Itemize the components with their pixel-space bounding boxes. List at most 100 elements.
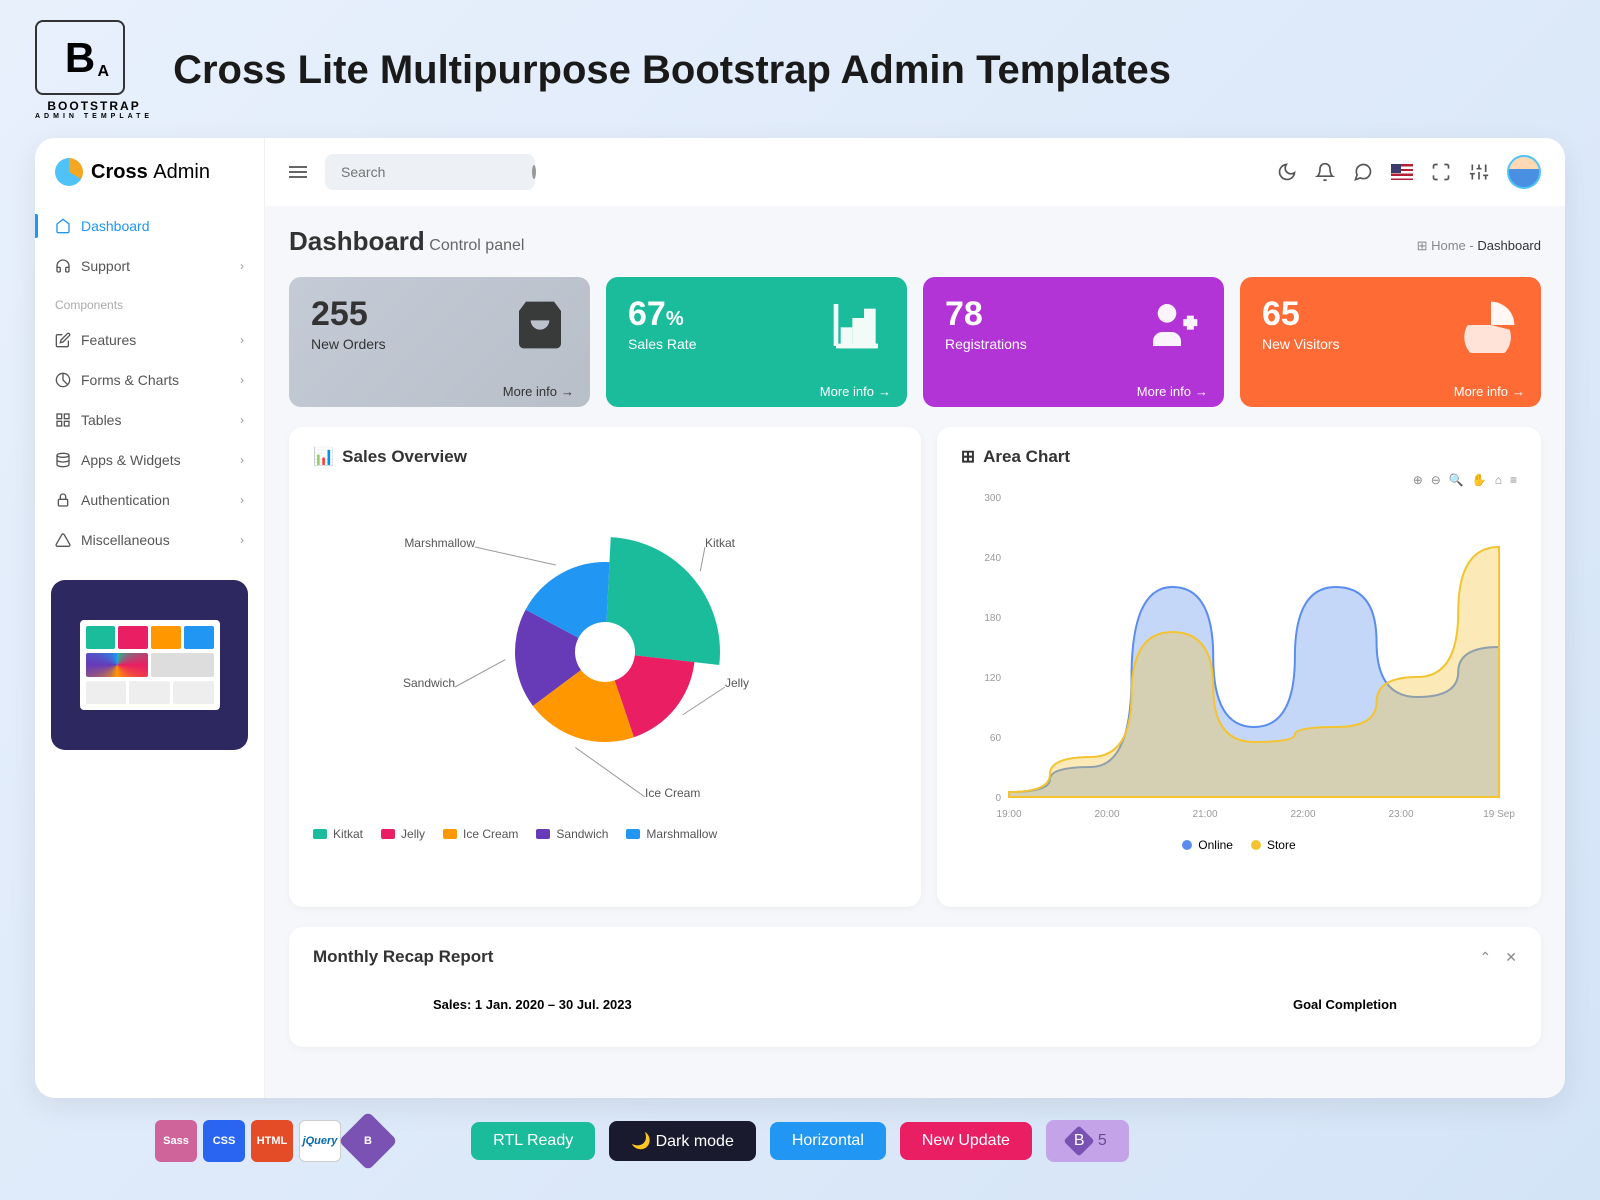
card-title: ⊞ Area Chart — [961, 447, 1517, 467]
svg-text:180: 180 — [984, 613, 1001, 624]
grid-icon — [55, 412, 71, 428]
sidebar-preview-card — [51, 580, 248, 750]
svg-text:22:00: 22:00 — [1290, 809, 1315, 820]
svg-text:Ice Cream: Ice Cream — [645, 786, 700, 800]
svg-text:240: 240 — [984, 553, 1001, 564]
zoom-out-icon[interactable]: ⊖ — [1431, 473, 1441, 487]
card-title: 📊 Sales Overview — [313, 447, 897, 467]
sidebar-item-label: Miscellaneous — [81, 532, 170, 548]
more-link[interactable]: More info → — [503, 384, 574, 399]
sidebar-item-auth[interactable]: Authentication › — [35, 480, 264, 520]
marketing-title: Cross Lite Multipurpose Bootstrap Admin … — [173, 48, 1171, 93]
pie-chart-icon — [1463, 297, 1519, 365]
zoom-icon[interactable]: 🔍 — [1449, 473, 1464, 487]
svg-text:23:00: 23:00 — [1388, 809, 1413, 820]
sidebar-item-label: Features — [81, 332, 136, 348]
svg-text:Marshmallow: Marshmallow — [404, 536, 475, 550]
sidebar-item-forms[interactable]: Forms & Charts › — [35, 360, 264, 400]
recap-sales-range: Sales: 1 Jan. 2020 – 30 Jul. 2023 — [433, 997, 632, 1012]
svg-text:20:00: 20:00 — [1094, 809, 1119, 820]
database-icon — [55, 452, 71, 468]
sidebar-item-misc[interactable]: Miscellaneous › — [35, 520, 264, 560]
stat-card-visitors[interactable]: 65 New Visitors More info → — [1240, 277, 1541, 407]
stat-card-orders[interactable]: 255 New Orders More info → — [289, 277, 590, 407]
moon-icon[interactable] — [1277, 162, 1297, 182]
app-window: Cross Admin Dashboard Support › Componen… — [35, 138, 1565, 1098]
donut-chart: KitkatJellyIce CreamSandwichMarshmallow — [313, 467, 897, 827]
sidebar: Cross Admin Dashboard Support › Componen… — [35, 138, 265, 1098]
svg-text:60: 60 — [990, 733, 1002, 744]
topbar — [265, 138, 1565, 206]
page-title: Dashboard — [289, 226, 425, 256]
sidebar-item-features[interactable]: Features › — [35, 320, 264, 360]
chevron-right-icon: › — [240, 453, 244, 467]
darkmode-pill[interactable]: 🌙 Dark mode — [609, 1121, 756, 1161]
svg-text:120: 120 — [984, 673, 1001, 684]
jquery-icon: jQuery — [299, 1120, 341, 1162]
page-subtitle: Control panel — [429, 237, 524, 254]
app-brand[interactable]: Cross Admin — [35, 158, 264, 206]
css3-icon: CSS — [203, 1120, 245, 1162]
main-content: Dashboard Control panel ⊞ Home - Dashboa… — [265, 138, 1565, 1098]
fullscreen-icon[interactable] — [1431, 162, 1451, 182]
sales-overview-card: 📊 Sales Overview KitkatJellyIce CreamSan… — [289, 427, 921, 907]
rtl-pill[interactable]: RTL Ready — [471, 1122, 595, 1160]
recap-card: Monthly Recap Report ⌃ ✕ Sales: 1 Jan. 2… — [289, 927, 1541, 1047]
recap-title: Monthly Recap Report — [313, 947, 493, 967]
sidebar-item-tables[interactable]: Tables › — [35, 400, 264, 440]
search-icon — [532, 165, 536, 179]
marketing-header: BA BOOTSTRAP ADMIN TEMPLATE Cross Lite M… — [35, 20, 1565, 120]
breadcrumb-home[interactable]: Home — [1431, 238, 1466, 253]
sidebar-item-support[interactable]: Support › — [35, 246, 264, 286]
bootstrap-icon: B — [338, 1111, 397, 1170]
warning-icon — [55, 532, 71, 548]
edit-icon — [55, 332, 71, 348]
menu-icon[interactable]: ≡ — [1510, 473, 1517, 487]
hamburger-button[interactable] — [289, 166, 307, 178]
stat-card-registrations[interactable]: 78 Registrations More info → — [923, 277, 1224, 407]
close-icon[interactable]: ✕ — [1505, 949, 1517, 966]
brand-subtitle: BOOTSTRAP ADMIN TEMPLATE — [35, 99, 153, 120]
search-box[interactable] — [325, 154, 535, 190]
user-plus-icon — [1146, 297, 1202, 365]
svg-text:21:00: 21:00 — [1192, 809, 1217, 820]
bell-icon[interactable] — [1315, 162, 1335, 182]
more-link[interactable]: More info → — [820, 384, 891, 399]
area-chart: 0 60 120 180 240 300 19:00 20:00 21:00 22:00 23:00… — [961, 487, 1517, 827]
lock-icon — [55, 492, 71, 508]
page-header: Dashboard Control panel ⊞ Home - Dashboa… — [289, 226, 1541, 257]
more-link[interactable]: More info → — [1137, 384, 1208, 399]
collapse-icon[interactable]: ⌃ — [1480, 949, 1492, 966]
home-icon[interactable]: ⌂ — [1495, 473, 1502, 487]
horizontal-pill[interactable]: Horizontal — [770, 1122, 886, 1160]
sidebar-item-dashboard[interactable]: Dashboard — [35, 206, 264, 246]
stat-card-sales[interactable]: 67% Sales Rate More info → — [606, 277, 907, 407]
avatar[interactable] — [1507, 155, 1541, 189]
flag-us-icon[interactable] — [1391, 164, 1413, 180]
bar-chart-icon — [829, 297, 885, 365]
version-pill[interactable]: B 5 — [1046, 1120, 1129, 1162]
breadcrumb-current: Dashboard — [1477, 238, 1541, 253]
sidebar-section: Components — [35, 286, 264, 320]
sidebar-item-label: Forms & Charts — [81, 372, 179, 388]
hand-icon[interactable]: ✋ — [1472, 473, 1487, 487]
svg-text:19:00: 19:00 — [996, 809, 1021, 820]
message-icon[interactable] — [1353, 162, 1373, 182]
sliders-icon[interactable] — [1469, 162, 1489, 182]
home-icon — [55, 218, 71, 234]
pie-legend: Kitkat Jelly Ice Cream Sandwich Marshmal… — [313, 827, 897, 841]
svg-text:Kitkat: Kitkat — [705, 536, 736, 550]
html5-icon: HTML — [251, 1120, 293, 1162]
more-link[interactable]: More info → — [1454, 384, 1525, 399]
update-pill[interactable]: New Update — [900, 1122, 1032, 1160]
chevron-right-icon: › — [240, 413, 244, 427]
zoom-in-icon[interactable]: ⊕ — [1413, 473, 1423, 487]
svg-text:300: 300 — [984, 493, 1001, 504]
sidebar-item-apps[interactable]: Apps & Widgets › — [35, 440, 264, 480]
dashboard-icon: ⊞ — [1417, 238, 1428, 253]
svg-text:Jelly: Jelly — [725, 676, 749, 690]
search-input[interactable] — [341, 164, 522, 180]
area-chart-card: ⊞ Area Chart ⊕ ⊖ 🔍 ✋ ⌂ ≡ 0 60 120 180 240 300… — [937, 427, 1541, 907]
svg-text:0: 0 — [995, 793, 1001, 804]
chart-toolbar: ⊕ ⊖ 🔍 ✋ ⌂ ≡ — [961, 473, 1517, 487]
